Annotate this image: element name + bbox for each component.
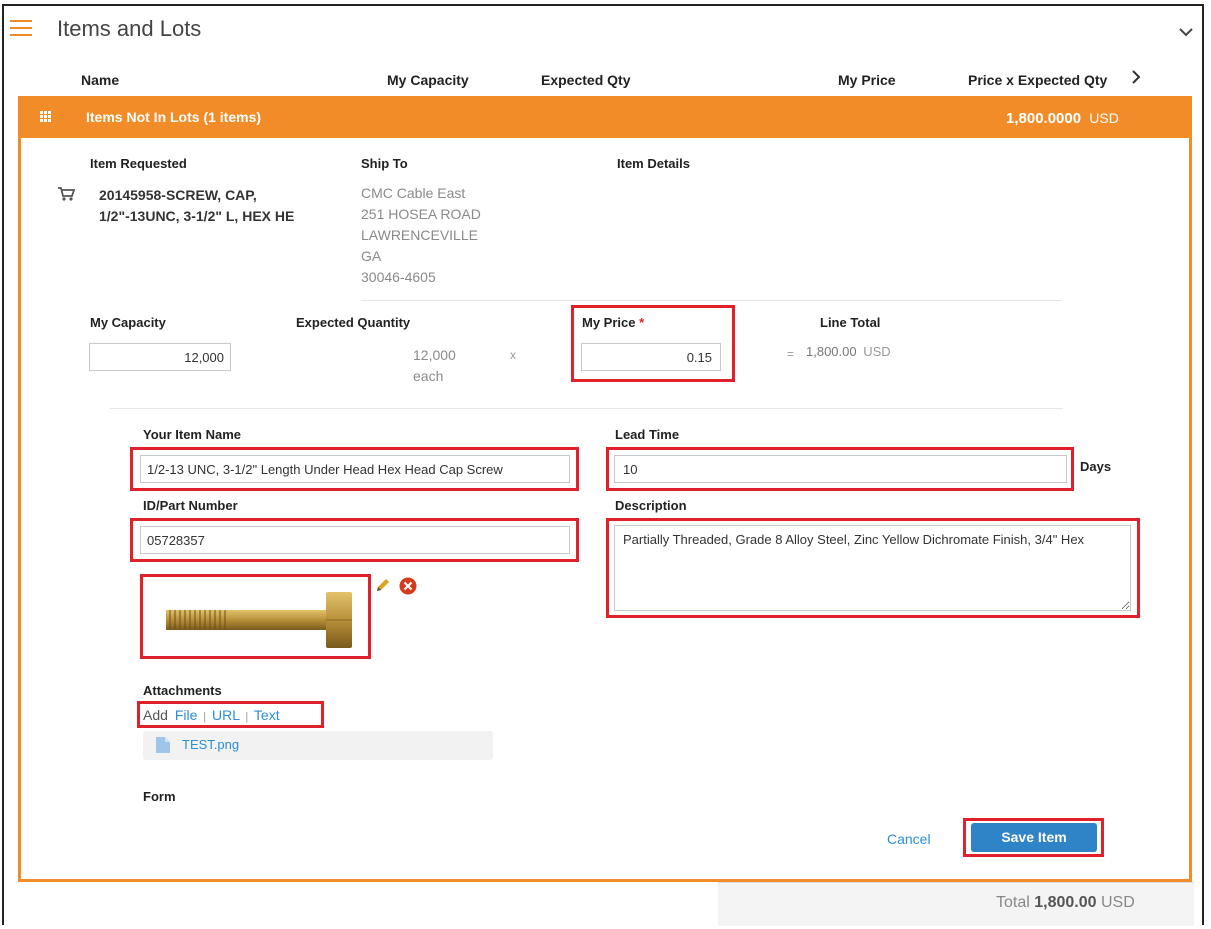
chevron-down-icon[interactable] [1179,24,1193,40]
line-total-label: Line Total [820,315,881,330]
menu-icon[interactable] [10,20,32,36]
total-value: 1,800.00 [1034,894,1097,911]
ship-line: CMC Cable East [361,185,466,201]
ship-line: 30046-4605 [361,269,436,285]
your-item-name-input[interactable] [140,455,570,483]
bolt-image [148,582,363,650]
save-item-button[interactable]: Save Item [971,823,1097,852]
total-currency: USD [1100,894,1135,911]
footer-total: Total 1,800.00 USD [996,894,1135,912]
cancel-link[interactable]: Cancel [887,831,931,847]
col-my-price: My Price [838,72,896,88]
expected-value: 12,000 [413,347,456,363]
divider [361,300,1062,301]
grid-icon [40,111,52,123]
item-name-line2: 1/2"-13UNC, 3-1/2" L, HEX HE [99,208,295,224]
separator: | [245,711,249,723]
add-label: Add [143,707,168,723]
col-expected-qty: Expected Qty [541,72,631,88]
ship-line: 251 HOSEA ROAD [361,206,481,222]
cart-icon [57,186,76,207]
col-price-x-expected: Price x Expected Qty [968,72,1108,88]
expected-quantity-value: 12,000 each [413,345,456,387]
chevron-right-icon[interactable] [1131,69,1141,90]
lead-time-input[interactable] [614,455,1067,483]
days-label: Days [1080,459,1112,474]
total-label: Total [996,894,1030,911]
lead-time-label: Lead Time [615,427,680,442]
my-price-label-text: My Price [582,315,636,330]
expected-quantity-label: Expected Quantity [296,315,411,330]
item-name: 20145958-SCREW, CAP, 1/2"-13UNC, 3-1/2" … [99,185,294,227]
group-total-currency: USD [1089,110,1119,126]
add-url-link[interactable]: URL [212,707,240,723]
my-capacity-label: My Capacity [90,315,166,330]
part-number-input[interactable] [140,526,570,554]
line-total-currency: USD [863,344,891,359]
col-name: Name [81,72,120,88]
item-name-line1: 20145958-SCREW, CAP, [99,187,257,203]
group-label: Items Not In Lots (1 items) [86,109,262,125]
col-my-capacity: My Capacity [387,72,469,88]
add-file-link[interactable]: File [175,707,198,723]
attachments-label: Attachments [143,683,222,698]
ship-line: GA [361,248,382,264]
line-total: 1,800.00 USD [806,344,891,359]
my-price-input[interactable] [581,343,721,371]
expected-unit: each [413,368,444,384]
ship-to-label: Ship To [361,156,408,171]
section-title: Items and Lots [57,16,202,41]
item-details-label: Item Details [617,156,690,171]
ship-to-address: CMC Cable East 251 HOSEA ROAD LAWRENCEVI… [361,183,481,288]
add-text-link[interactable]: Text [254,707,280,723]
my-capacity-input[interactable] [89,343,231,371]
separator: | [203,711,207,723]
your-item-name-label: Your Item Name [143,427,242,442]
delete-icon[interactable] [399,577,417,600]
item-requested-label: Item Requested [90,156,187,171]
ship-line: LAWRENCEVILLE [361,227,478,243]
line-total-value: 1,800.00 [806,344,857,359]
times-sign: x [510,348,516,362]
description-textarea[interactable]: Partially Threaded, Grade 8 Alloy Steel,… [614,525,1131,611]
edit-pencil-icon[interactable] [375,577,391,598]
my-price-label: My Price * [582,315,644,330]
required-marker: * [639,315,645,330]
attachment-file-link[interactable]: TEST.png [182,737,239,752]
description-label: Description [615,498,687,513]
equals-sign: = [787,347,795,361]
group-total-value: 1,800.0000 [1006,110,1082,127]
part-number-label: ID/Part Number [143,498,238,513]
group-total: 1,800.0000 USD [1006,110,1119,127]
form-label: Form [143,789,176,804]
file-icon [156,737,170,758]
add-attachment-links: Add File | URL | Text [143,707,280,723]
divider [110,408,1063,409]
